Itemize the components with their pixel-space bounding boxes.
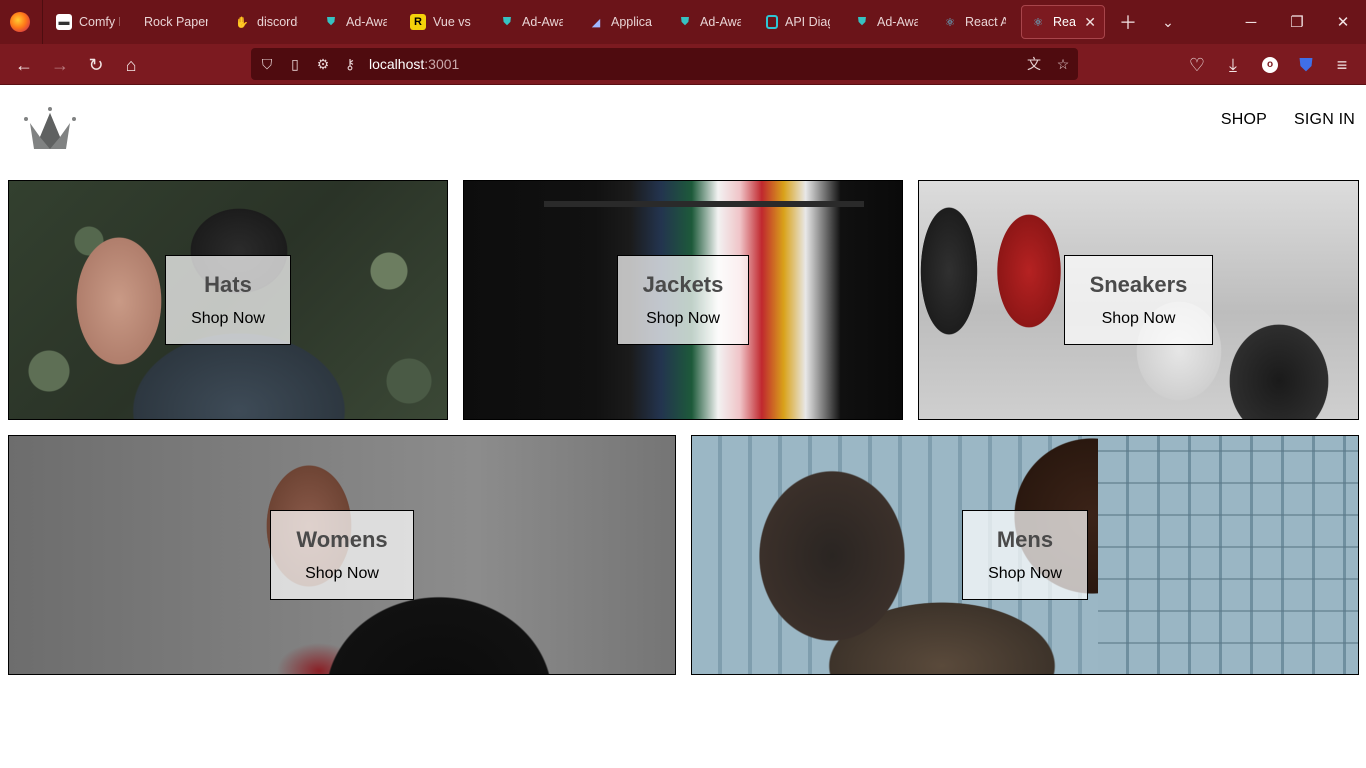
application-icon: ◢ (591, 16, 601, 29)
shop-now-label: Shop Now (191, 310, 265, 327)
shield-icon: ⛊ (857, 15, 867, 28)
url-text[interactable]: localhost:3001 (369, 56, 459, 72)
tab-vue-vs-react[interactable]: R Vue vs R (402, 5, 482, 39)
tab-comfy[interactable]: ▬ Comfy H (48, 5, 128, 39)
translate-icon[interactable]: ⽂ (1025, 55, 1043, 73)
extension-shield-icon[interactable]: ⛊ (1293, 52, 1319, 78)
minimize-icon[interactable]: ─ (1236, 8, 1266, 36)
key-icon[interactable]: ⚷ (341, 55, 359, 73)
category-title: Sneakers (1089, 272, 1188, 297)
page-info-icon[interactable]: ▯ (286, 55, 304, 73)
tab-react-active[interactable]: ⚛ React ✕ (1021, 5, 1105, 39)
tab-ad-aware-2[interactable]: ⛊ Ad-Awa (491, 5, 571, 39)
url-host: localhost (369, 56, 425, 72)
comfy-icon: ▬ (56, 14, 72, 30)
shield-icon: ⛊ (680, 15, 690, 28)
category-title: Womens (296, 527, 388, 552)
category-card-sneakers[interactable]: Sneakers Shop Now (918, 180, 1359, 420)
category-title: Hats (204, 272, 252, 297)
sign-in-link[interactable]: SIGN IN (1294, 111, 1355, 129)
category-card-jackets[interactable]: Jackets Shop Now (463, 180, 903, 420)
pocket-icon[interactable]: ♡ (1184, 52, 1210, 78)
bookmark-star-icon[interactable]: ☆ (1054, 55, 1072, 73)
shop-now-label: Shop Now (1101, 310, 1176, 327)
category-content: Womens Shop Now (270, 510, 414, 600)
category-content: Jackets Shop Now (616, 255, 750, 345)
close-tab-icon[interactable]: ✕ (1084, 14, 1096, 31)
shop-now-label: Shop Now (988, 565, 1062, 582)
category-card-womens[interactable]: Womens Shop Now (8, 435, 676, 675)
shop-now-label: Shop Now (305, 565, 379, 582)
home-icon[interactable]: ⌂ (118, 52, 144, 78)
tab-discord[interactable]: ✋ discord- (226, 5, 306, 39)
crown-logo-icon[interactable] (22, 107, 78, 153)
menu-hamburger-icon[interactable]: ≡ (1329, 52, 1355, 78)
category-card-mens[interactable]: Mens Shop Now (691, 435, 1359, 675)
reload-icon[interactable]: ↻ (83, 52, 109, 78)
building-glass (1098, 436, 1358, 674)
browser-tab-bar: ▬ Comfy H Rock Paper S ✋ discord- ⛊ Ad-A… (0, 0, 1366, 44)
close-window-icon[interactable]: ✕ (1328, 8, 1358, 36)
tab-rock-paper[interactable]: Rock Paper S (136, 5, 216, 39)
discord-bot-icon: ✋ (235, 16, 249, 29)
site-nav: SHOP SIGN IN (1221, 111, 1355, 129)
divider (42, 0, 43, 44)
new-tab-icon[interactable]: ＋ (1116, 10, 1140, 34)
forward-icon[interactable]: → (47, 52, 73, 78)
category-title: Mens (996, 527, 1054, 552)
category-content: Mens Shop Now (962, 510, 1088, 600)
react-icon: ⚛ (945, 16, 955, 29)
shop-now-label: Shop Now (646, 310, 720, 327)
tab-ad-aware-4[interactable]: ⛊ Ad-Awa (846, 5, 926, 39)
list-all-tabs-icon[interactable]: ⌄ (1156, 10, 1180, 34)
tracking-protection-shield-icon[interactable]: ⛉ (258, 55, 276, 73)
firefox-logo-icon[interactable] (10, 12, 30, 32)
permissions-icon[interactable]: ⚙ (314, 55, 332, 73)
category-content: Sneakers Shop Now (1063, 255, 1214, 345)
category-card-hats[interactable]: Hats Shop Now (8, 180, 448, 420)
downloads-icon[interactable]: ⤓ (1220, 52, 1246, 78)
url-bar[interactable]: ⛉ ▯ ⚙ ⚷ localhost:3001 ⽂ ☆ (251, 48, 1078, 80)
page: SHOP SIGN IN Hats Shop Now Jackets Shop … (0, 85, 1366, 768)
shop-link[interactable]: SHOP (1221, 111, 1267, 129)
clothing-rail (544, 201, 864, 207)
tab-application[interactable]: ◢ Applicat (580, 5, 660, 39)
browser-toolbar: ← → ↻ ⌂ ⛉ ▯ ⚙ ⚷ localhost:3001 ⽂ ☆ ♡ ⤓ o… (0, 44, 1366, 85)
back-icon[interactable]: ← (11, 52, 37, 78)
api-diagram-icon (766, 15, 778, 29)
tab-ad-aware-1[interactable]: ⛊ Ad-Awa (315, 5, 395, 39)
tab-react-app[interactable]: ⚛ React Ap (934, 5, 1014, 39)
react-icon: ⚛ (1033, 16, 1043, 29)
url-port: :3001 (424, 56, 460, 72)
category-content: Hats Shop Now (165, 255, 291, 345)
tab-ad-aware-3[interactable]: ⛊ Ad-Awa (669, 5, 749, 39)
tab-api-diagram[interactable]: API Diag (758, 5, 838, 39)
shield-icon: ⛊ (502, 15, 512, 28)
vue-vs-react-icon: R (410, 14, 426, 30)
account-icon[interactable]: o (1257, 52, 1283, 78)
restore-icon[interactable]: ❐ (1282, 8, 1312, 36)
shield-icon: ⛊ (326, 15, 336, 28)
category-title: Jackets (642, 272, 724, 297)
